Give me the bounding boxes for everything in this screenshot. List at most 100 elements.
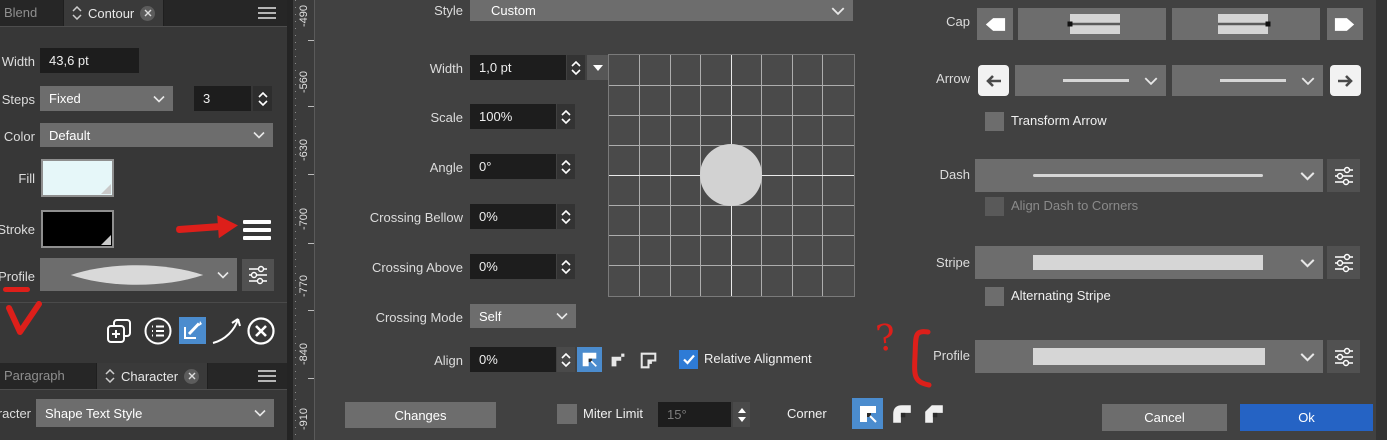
align-stepper[interactable] xyxy=(557,347,575,372)
stroke-width-stepper[interactable] xyxy=(567,55,585,80)
profile-dropdown[interactable] xyxy=(40,258,237,291)
lens-profile-preview-icon xyxy=(67,265,207,285)
text-style-dropdown[interactable]: Shape Text Style xyxy=(36,399,274,427)
align-label: Align xyxy=(363,353,463,368)
window-edge xyxy=(1376,0,1387,440)
app-window: Blend Contour Width 43,6 pt Steps Fixed … xyxy=(0,0,1387,440)
cap-style-1-button[interactable] xyxy=(1018,8,1166,40)
chevron-down-icon xyxy=(153,95,165,102)
tab-blend[interactable]: Blend xyxy=(4,5,37,20)
stroke-width-label: Width xyxy=(363,61,463,76)
ruler-label: -560 xyxy=(298,59,310,105)
tab-character[interactable]: Character xyxy=(96,363,208,389)
stroke-profile-dropdown[interactable] xyxy=(975,340,1323,373)
chevron-down-icon xyxy=(254,410,266,417)
tab-paragraph[interactable]: Paragraph xyxy=(4,368,65,383)
panel-menu-icon[interactable] xyxy=(258,7,276,19)
align-outside-button[interactable] xyxy=(638,350,658,370)
stroke-profile-settings-button[interactable] xyxy=(1327,340,1360,373)
arrow-start-button[interactable] xyxy=(978,65,1009,96)
chevron-down-icon xyxy=(556,313,568,320)
contour-width-input[interactable]: 43,6 pt xyxy=(40,48,139,73)
cap-next-button[interactable] xyxy=(1327,8,1363,40)
fill-swatch[interactable] xyxy=(41,159,114,197)
align-dash-label: Align Dash to Corners xyxy=(1011,198,1138,213)
align-center-button[interactable] xyxy=(577,347,602,372)
ruler-label: -630 xyxy=(298,127,310,173)
profile-settings-button[interactable] xyxy=(242,259,274,291)
stripe-dropdown[interactable] xyxy=(975,246,1323,279)
updown-chevron-icon xyxy=(72,6,82,20)
red-arrow-annotation xyxy=(173,212,241,243)
cap-label: Cap xyxy=(870,14,970,29)
relative-alignment-checkbox[interactable] xyxy=(679,350,698,369)
arrow-end-button[interactable] xyxy=(1330,65,1361,96)
chevron-down-icon xyxy=(1300,171,1315,180)
duplicate-profile-icon[interactable] xyxy=(103,315,135,347)
dash-settings-button[interactable] xyxy=(1327,159,1360,192)
scale-input[interactable]: 100% xyxy=(470,104,556,129)
align-input[interactable]: 0% xyxy=(470,347,556,372)
ruler-label: -840 xyxy=(298,331,310,377)
miter-limit-label: Miter Limit xyxy=(583,406,643,421)
cap-prev-button[interactable] xyxy=(977,8,1013,40)
top-tab-bar: Blend Contour xyxy=(0,0,287,27)
cancel-button[interactable]: Cancel xyxy=(1102,404,1227,431)
transform-arrow-checkbox[interactable] xyxy=(985,112,1004,131)
arrow-start-dropdown[interactable] xyxy=(1015,65,1166,96)
corner-round-button[interactable] xyxy=(890,402,914,426)
tab-contour[interactable]: Contour xyxy=(63,0,164,26)
close-tab-icon[interactable] xyxy=(184,369,199,384)
chevron-down-icon xyxy=(1300,258,1315,267)
arrow-end-dropdown[interactable] xyxy=(1172,65,1323,96)
panel-menu-icon[interactable] xyxy=(258,370,276,382)
cap-style-2-button[interactable] xyxy=(1172,8,1320,40)
stripe-settings-button[interactable] xyxy=(1327,246,1360,279)
ruler-label: -770 xyxy=(298,263,310,309)
profile-label: Profile xyxy=(0,269,35,284)
color-label: Color xyxy=(0,129,35,144)
stroke-swatch[interactable] xyxy=(41,210,114,248)
alternating-stripe-checkbox[interactable] xyxy=(985,287,1004,306)
close-tab-icon[interactable] xyxy=(140,6,155,21)
alternating-stripe-label: Alternating Stripe xyxy=(1011,288,1111,303)
changes-button[interactable]: Changes xyxy=(345,402,496,428)
scale-stepper[interactable] xyxy=(557,104,575,129)
stroke-width-input[interactable]: 1,0 pt xyxy=(470,55,566,80)
angle-input[interactable]: 0° xyxy=(470,154,556,179)
delete-circle-icon[interactable] xyxy=(245,315,277,347)
crossing-below-input[interactable]: 0% xyxy=(470,204,556,229)
color-dropdown[interactable]: Default xyxy=(40,123,273,147)
width-presets-dropdown[interactable] xyxy=(587,55,609,80)
steps-mode-dropdown[interactable]: Fixed xyxy=(40,86,173,111)
style-dropdown[interactable]: Custom xyxy=(470,0,853,21)
bottom-tab-bar: Paragraph Character xyxy=(0,363,287,390)
scale-label: Scale xyxy=(363,110,463,125)
stroke-preview-grid xyxy=(608,54,855,297)
angle-stepper[interactable] xyxy=(557,154,575,179)
align-inside-button[interactable] xyxy=(608,350,628,370)
dash-dropdown[interactable] xyxy=(975,159,1323,192)
ok-button[interactable]: Ok xyxy=(1240,404,1373,431)
ruler-label: -700 xyxy=(298,196,310,242)
relative-alignment-label: Relative Alignment xyxy=(704,351,812,366)
character-style-label: Character xyxy=(0,406,31,421)
edit-profile-button[interactable] xyxy=(179,317,206,344)
miter-limit-spinner[interactable] xyxy=(733,402,750,427)
corner-bevel-button[interactable] xyxy=(922,402,946,426)
steps-count-input[interactable]: 3 xyxy=(194,86,251,111)
crossing-mode-dropdown[interactable]: Self xyxy=(470,304,576,328)
crossing-above-input[interactable]: 0% xyxy=(470,254,556,279)
crossing-below-stepper[interactable] xyxy=(557,204,575,229)
crossing-mode-label: Crossing Mode xyxy=(333,310,463,325)
corner-miter-button[interactable] xyxy=(852,398,883,429)
miter-limit-input[interactable]: 15° xyxy=(658,402,731,427)
list-options-icon[interactable] xyxy=(142,315,174,347)
chevron-down-icon xyxy=(831,7,845,15)
style-label: Style xyxy=(363,3,463,18)
miter-limit-checkbox[interactable] xyxy=(557,404,577,424)
curve-icon[interactable] xyxy=(210,315,244,347)
crossing-above-stepper[interactable] xyxy=(557,254,575,279)
stroke-lines-menu-icon[interactable] xyxy=(240,213,274,246)
steps-stepper[interactable] xyxy=(253,86,272,111)
